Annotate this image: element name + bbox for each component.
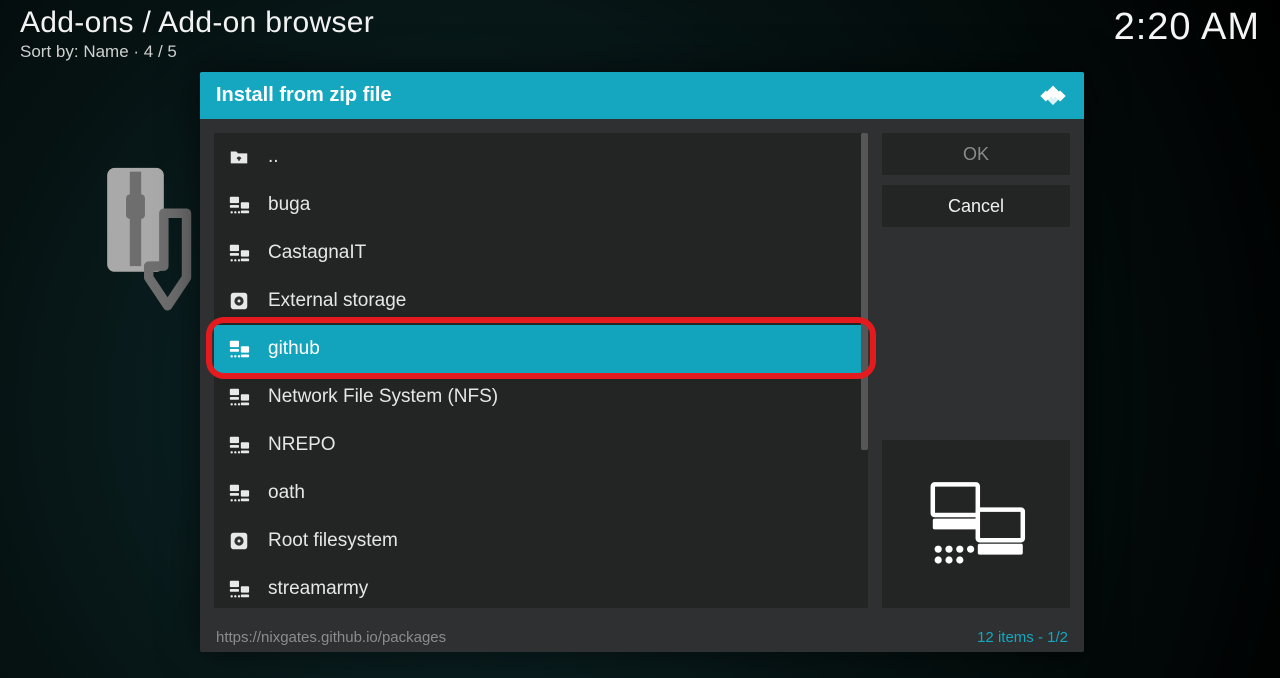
disk-icon [228, 530, 250, 552]
file-item-castagnait[interactable]: CastagnaIT [214, 229, 868, 277]
file-item-nrepo[interactable]: NREPO [214, 421, 868, 469]
disk-icon [228, 290, 250, 312]
sort-info: Sort by: Name · 4 / 5 [20, 42, 374, 62]
file-item-network-file-system-nfs-[interactable]: Network File System (NFS) [214, 373, 868, 421]
file-item-label: streamarmy [268, 578, 368, 600]
net-share-icon [228, 194, 250, 216]
file-item-github[interactable]: github [214, 325, 868, 373]
file-item-label: External storage [268, 290, 406, 312]
file-item-label: .. [268, 146, 279, 168]
net-share-icon [228, 338, 250, 360]
file-item-label: Root filesystem [268, 530, 398, 552]
net-share-icon [228, 434, 250, 456]
file-item-label: buga [268, 194, 310, 216]
folder-up-icon [228, 146, 250, 168]
cancel-button[interactable]: Cancel [882, 185, 1070, 227]
file-item-external-storage[interactable]: External storage [214, 277, 868, 325]
breadcrumb: Add-ons / Add-on browser [20, 6, 374, 40]
file-list[interactable]: .. buga CastagnaIT External storage github Ne… [214, 133, 868, 608]
file-item-label: CastagnaIT [268, 242, 366, 264]
footer-count: 12 items - 1/2 [977, 629, 1068, 646]
footer-path: https://nixgates.github.io/packages [216, 629, 446, 646]
file-item-label: github [268, 338, 320, 360]
file-item-parent[interactable]: .. [214, 133, 868, 181]
source-thumbnail [882, 440, 1070, 608]
file-item-root-filesystem[interactable]: Root filesystem [214, 517, 868, 565]
kodi-logo-icon [1038, 81, 1068, 111]
file-item-label: Network File System (NFS) [268, 386, 498, 408]
install-zip-dialog: Install from zip file .. buga CastagnaIT Ex… [200, 72, 1084, 652]
clock: 2:20 AM [1114, 6, 1260, 49]
file-item-label: oath [268, 482, 305, 504]
net-share-icon [228, 482, 250, 504]
ok-button[interactable]: OK [882, 133, 1070, 175]
file-item-buga[interactable]: buga [214, 181, 868, 229]
file-item-oath[interactable]: oath [214, 469, 868, 517]
dialog-title: Install from zip file [216, 84, 392, 107]
scrollbar[interactable] [861, 133, 868, 450]
zip-file-icon [105, 166, 200, 336]
file-item-label: NREPO [268, 434, 336, 456]
net-share-icon [228, 386, 250, 408]
net-share-icon [228, 578, 250, 600]
file-item-streamarmy[interactable]: streamarmy [214, 565, 868, 608]
net-share-icon [228, 242, 250, 264]
